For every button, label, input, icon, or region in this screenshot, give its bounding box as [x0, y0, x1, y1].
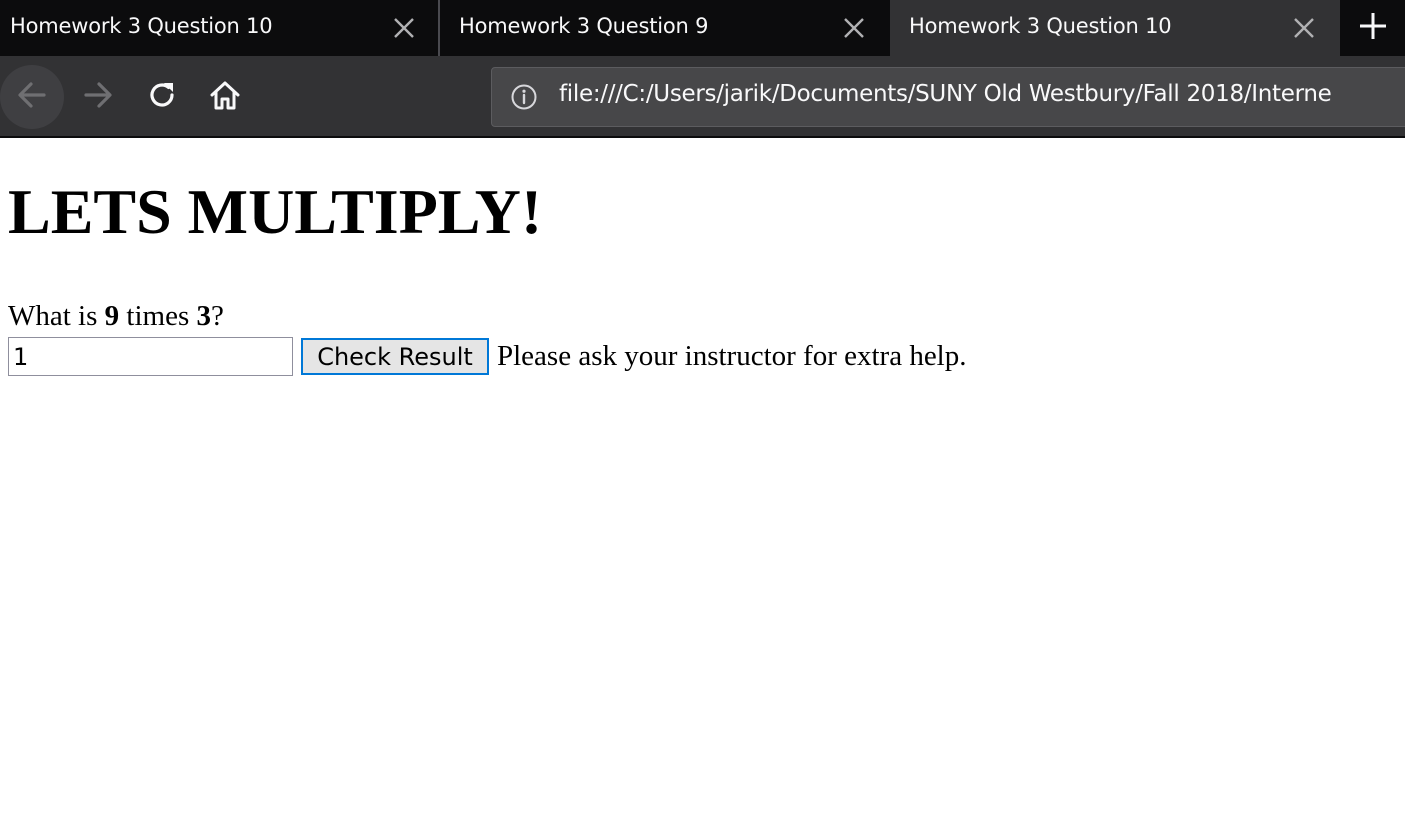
- tab-strip: Homework 3 Question 10 Homework 3 Questi…: [0, 0, 1405, 56]
- new-tab-button[interactable]: [1340, 0, 1405, 56]
- reload-button[interactable]: [130, 65, 194, 129]
- close-icon[interactable]: [392, 16, 416, 40]
- tab-title: Homework 3 Question 9: [459, 14, 709, 38]
- question-text: What is 9 times 3?: [8, 299, 224, 334]
- close-icon[interactable]: [842, 16, 866, 40]
- back-button[interactable]: [0, 65, 64, 129]
- close-icon[interactable]: [1292, 16, 1316, 40]
- answer-input[interactable]: [8, 337, 293, 376]
- navigation-toolbar: file:///C:/Users/jarik/Documents/SUNY Ol…: [0, 56, 1405, 138]
- question-prefix: What is: [8, 300, 105, 332]
- page-heading: LETS MULTIPLY!: [8, 176, 543, 247]
- question-middle: times: [119, 300, 197, 332]
- tab-0[interactable]: Homework 3 Question 10: [0, 0, 440, 56]
- plus-icon: [1357, 10, 1389, 47]
- arrow-right-icon: [80, 77, 116, 118]
- check-result-button[interactable]: Check Result: [301, 338, 489, 375]
- first-number: 9: [104, 300, 120, 332]
- tab-1[interactable]: Homework 3 Question 9: [440, 0, 890, 56]
- tab-title: Homework 3 Question 10: [909, 14, 1172, 38]
- info-icon[interactable]: [510, 83, 538, 111]
- home-icon: [208, 78, 242, 117]
- url-text: file:///C:/Users/jarik/Documents/SUNY Ol…: [559, 81, 1332, 107]
- tab-title: Homework 3 Question 10: [10, 14, 273, 38]
- question-suffix: ?: [211, 300, 224, 332]
- reload-icon: [145, 78, 179, 117]
- tab-2-active[interactable]: Homework 3 Question 10: [890, 0, 1340, 56]
- home-button[interactable]: [193, 65, 257, 129]
- feedback-message: Please ask your instructor for extra hel…: [497, 340, 967, 372]
- arrow-left-icon: [14, 77, 50, 118]
- forward-button[interactable]: [66, 65, 130, 129]
- url-bar[interactable]: file:///C:/Users/jarik/Documents/SUNY Ol…: [491, 67, 1405, 127]
- second-number: 3: [196, 300, 212, 332]
